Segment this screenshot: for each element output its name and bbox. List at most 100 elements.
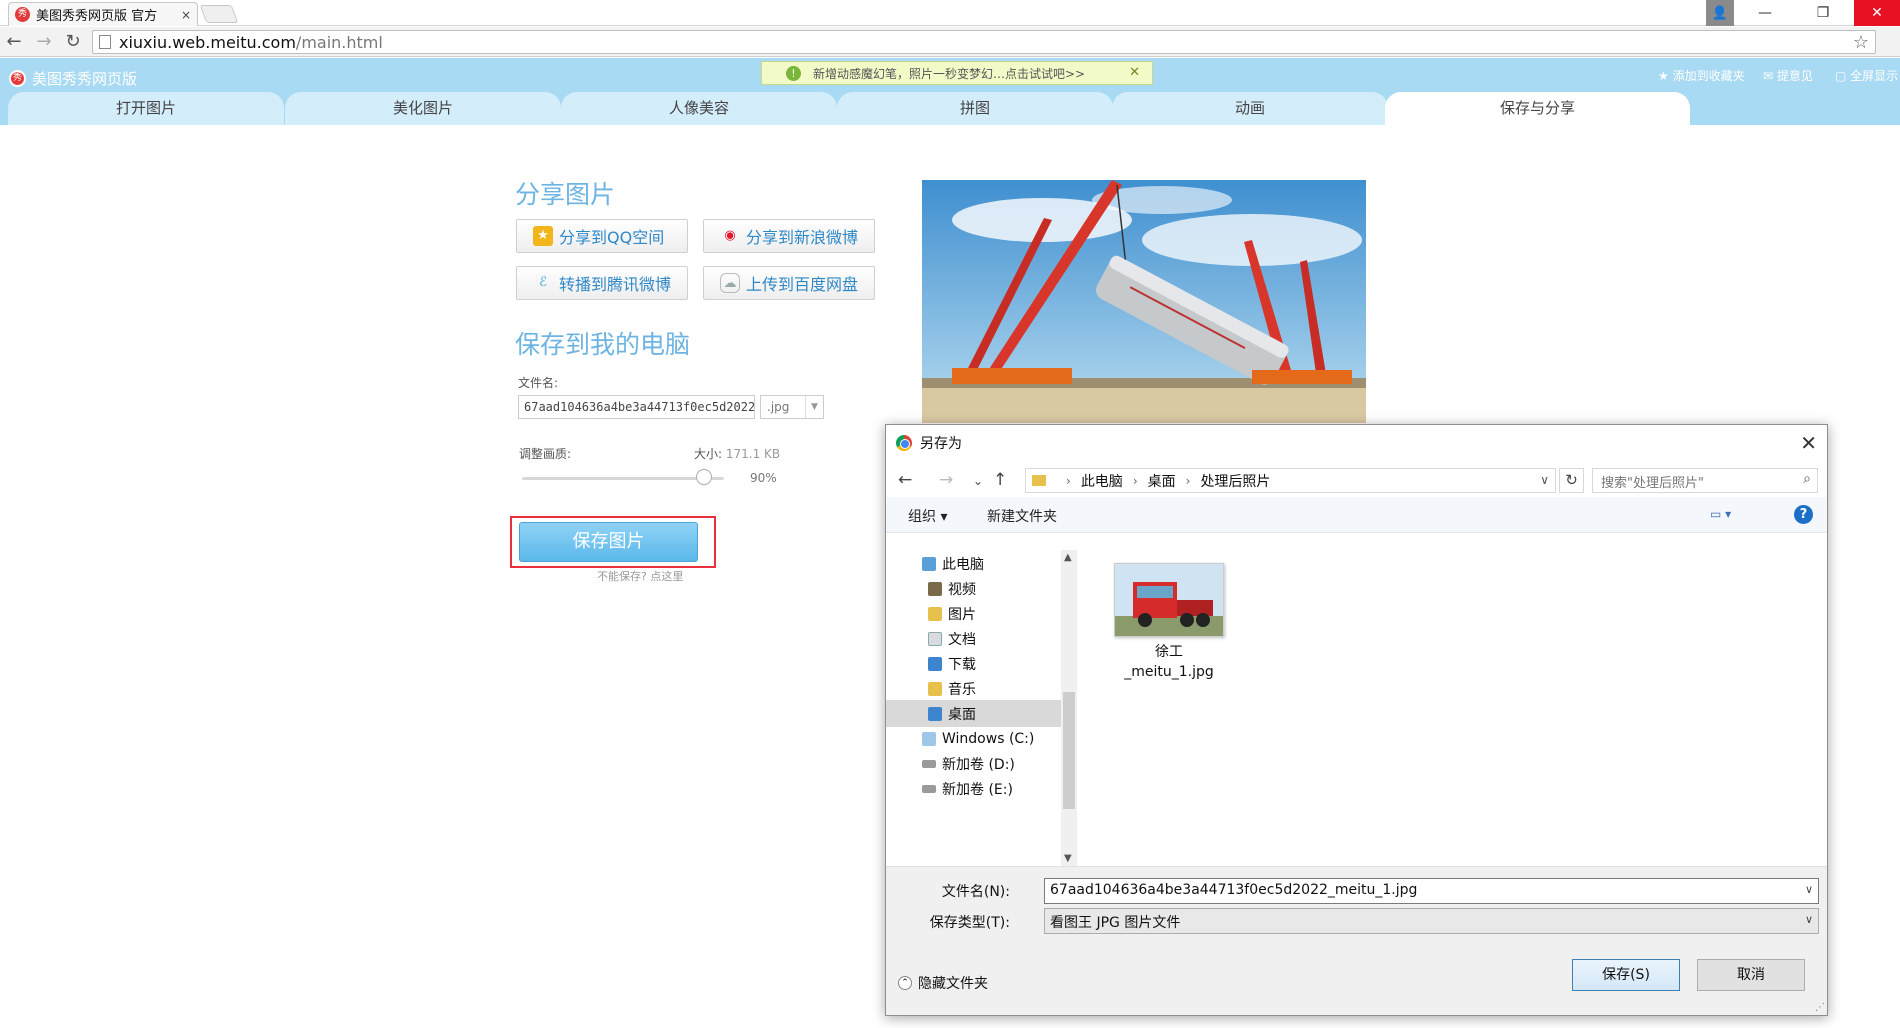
url-host: xiuxiu.web.meitu.com xyxy=(119,32,296,52)
new-folder-button[interactable]: 新建文件夹 xyxy=(987,506,1057,526)
fullscreen-label: 全屏显示 xyxy=(1850,69,1899,83)
tab-animation[interactable]: 动画 xyxy=(1112,92,1388,125)
forward-arrow-icon[interactable]: → xyxy=(939,470,953,490)
tab-beautify[interactable]: 美化图片 xyxy=(285,92,561,125)
dialog-cancel-button[interactable]: 取消 xyxy=(1697,959,1805,991)
chevron-down-icon[interactable]: ∨ xyxy=(1805,883,1813,896)
browser-toolbar: ← → ↻ xiuxiu.web.meitu.com/main.html ☆ ≡ xyxy=(0,27,1900,79)
page-icon xyxy=(99,35,111,49)
tree-item-downloads[interactable]: 下载 xyxy=(886,650,1061,677)
filename-input[interactable]: 67aad104636a4be3a44713f0ec5d2022_meitu_1 xyxy=(518,395,755,419)
up-arrow-icon[interactable]: ↑ xyxy=(993,470,1007,490)
feedback-link[interactable]: ✉ 提意见 xyxy=(1763,67,1813,84)
meitu-favicon-icon: 秀 xyxy=(15,7,30,22)
resize-grip-icon[interactable]: ⋰ xyxy=(1815,1002,1825,1013)
hide-folders-label: 隐藏文件夹 xyxy=(918,976,988,992)
save-section-title: 保存到我的电脑 xyxy=(515,330,691,359)
promo-banner[interactable]: ! 新增动感魔幻笔，照片一秒变梦幻…点击试试吧>> ✕ xyxy=(761,61,1153,85)
tree-item-music[interactable]: 音乐 xyxy=(886,675,1061,702)
share-weibo-button[interactable]: ◉ 分享到新浪微博 xyxy=(703,219,875,253)
cant-save-link[interactable]: 不能保存? 点这里 xyxy=(597,568,683,584)
dialog-search-input[interactable]: 搜索"处理后照片" ⌕ xyxy=(1592,468,1818,493)
promo-close-icon[interactable]: ✕ xyxy=(1129,65,1140,80)
forward-arrow-icon[interactable]: → xyxy=(33,31,55,53)
chevron-down-icon[interactable]: ∨ xyxy=(1540,473,1549,487)
chevron-down-icon[interactable]: ∨ xyxy=(1805,913,1813,926)
organize-menu[interactable]: 组织 ▾ xyxy=(908,506,947,526)
recent-locations-chevron-icon[interactable]: ⌄ xyxy=(973,474,983,488)
extension-select[interactable]: .jpg ▼ xyxy=(760,395,824,419)
quality-value: 90% xyxy=(750,471,777,485)
tree-item-this-pc[interactable]: 此电脑 xyxy=(886,550,1061,577)
dialog-save-button[interactable]: 保存(S) xyxy=(1572,959,1680,991)
add-favorite-link[interactable]: ★ 添加到收藏夹 xyxy=(1658,67,1745,84)
share-tencent-weibo-button[interactable]: ℰ 转播到腾讯微博 xyxy=(516,266,688,300)
pictures-folder-icon xyxy=(928,606,942,621)
address-bar[interactable]: xiuxiu.web.meitu.com/main.html ☆ xyxy=(92,30,1876,54)
tree-label: 视频 xyxy=(948,581,976,598)
share-qzone-button[interactable]: ★ 分享到QQ空间 xyxy=(516,219,688,253)
tree-item-pictures[interactable]: 图片 xyxy=(886,600,1061,627)
tree-item-video[interactable]: 视频 xyxy=(886,575,1061,602)
add-favorite-label: 添加到收藏夹 xyxy=(1672,69,1745,83)
dialog-address-bar[interactable]: › 此电脑 › 桌面 › 处理后照片 ∨ xyxy=(1025,468,1556,493)
tab-save-share[interactable]: 保存与分享 xyxy=(1385,92,1690,125)
minimize-icon[interactable]: — xyxy=(1742,0,1788,26)
chrome-icon xyxy=(896,435,912,451)
tree-item-drive-d[interactable]: 新加卷 (D:) xyxy=(886,750,1061,777)
close-icon[interactable]: ✕ xyxy=(1800,431,1817,455)
scrollbar-thumb[interactable] xyxy=(1063,692,1075,809)
tree-item-desktop[interactable]: 桌面 xyxy=(886,700,1061,727)
file-thumbnail[interactable] xyxy=(1114,563,1224,637)
size-info: 大小: 171.1 KB xyxy=(694,445,780,462)
tree-item-drive-c[interactable]: Windows (C:) xyxy=(886,725,1061,752)
save-filename-field[interactable]: 67aad104636a4be3a44713f0ec5d2022_meitu_1… xyxy=(1044,878,1819,904)
save-type-select[interactable]: 看图王 JPG 图片文件 ∨ xyxy=(1044,908,1819,934)
tree-item-drive-e[interactable]: 新加卷 (E:) xyxy=(886,775,1061,802)
tab-close-icon[interactable]: × xyxy=(181,8,191,22)
refresh-icon[interactable]: ↻ xyxy=(1559,468,1584,493)
file-name-line2: _meitu_1.jpg xyxy=(1124,664,1214,680)
app-logo: 秀 美图秀秀网页版 xyxy=(9,68,137,89)
breadcrumb-processed-photos[interactable]: 处理后照片 xyxy=(1200,471,1270,491)
tree-label: 桌面 xyxy=(948,706,976,723)
breadcrumb-separator-icon: › xyxy=(1066,473,1071,488)
bookmark-star-icon[interactable]: ☆ xyxy=(1853,32,1869,53)
save-image-button[interactable]: 保存图片 xyxy=(519,522,698,562)
tab-collage[interactable]: 拼图 xyxy=(837,92,1113,125)
new-tab-button[interactable] xyxy=(199,5,239,23)
search-placeholder: 搜索"处理后照片" xyxy=(1601,476,1704,491)
share-tencent-label: 转播到腾讯微博 xyxy=(559,275,672,294)
breadcrumb-desktop[interactable]: 桌面 xyxy=(1148,471,1176,491)
quality-slider-track[interactable] xyxy=(522,477,724,480)
quality-slider-handle[interactable] xyxy=(696,469,712,485)
tab-open-image[interactable]: 打开图片 xyxy=(8,92,284,125)
tab-portrait[interactable]: 人像美容 xyxy=(561,92,837,125)
fullscreen-link[interactable]: ▢ 全屏显示 xyxy=(1835,67,1898,84)
scroll-down-icon[interactable]: ▼ xyxy=(1064,853,1072,864)
help-icon[interactable]: ? xyxy=(1794,505,1813,524)
back-arrow-icon[interactable]: ← xyxy=(898,470,912,490)
dialog-navbar: ← → ⌄ ↑ › 此电脑 › 桌面 › 处理后照片 ∨ ↻ 搜索"处理后照片"… xyxy=(886,465,1827,497)
chevron-up-icon: ⌃ xyxy=(898,976,912,990)
upload-baidu-button[interactable]: ☁ 上传到百度网盘 xyxy=(703,266,875,300)
search-icon[interactable]: ⌕ xyxy=(1803,471,1811,487)
file-name-label[interactable]: 徐工 _meitu_1.jpg xyxy=(1114,642,1224,682)
browser-tab[interactable]: 秀 美图秀秀网页版 官方 × xyxy=(8,2,198,26)
view-options-icon[interactable]: ▭ ▾ xyxy=(1710,507,1731,521)
documents-folder-icon xyxy=(928,631,942,646)
save-type-label: 保存类型(T): xyxy=(929,915,1010,931)
restore-icon[interactable]: ❐ xyxy=(1800,0,1846,26)
scroll-up-icon[interactable]: ▲ xyxy=(1064,552,1072,563)
tree-scrollbar[interactable]: ▲ ▼ xyxy=(1061,550,1077,866)
meitu-logo-icon: 秀 xyxy=(9,70,26,87)
close-window-icon[interactable]: ✕ xyxy=(1854,0,1900,26)
tree-item-documents[interactable]: 文档 xyxy=(886,625,1061,652)
user-icon[interactable]: 👤 xyxy=(1706,0,1734,26)
back-arrow-icon[interactable]: ← xyxy=(3,31,25,53)
breadcrumb-this-pc[interactable]: 此电脑 xyxy=(1081,471,1123,491)
dialog-command-bar: 组织 ▾ 新建文件夹 ▭ ▾ ? xyxy=(886,497,1827,533)
hide-folders-toggle[interactable]: ⌃ 隐藏文件夹 xyxy=(898,973,988,993)
promo-text[interactable]: 新增动感魔幻笔，照片一秒变梦幻…点击试试吧>> xyxy=(813,65,1085,82)
reload-icon[interactable]: ↻ xyxy=(62,31,84,53)
